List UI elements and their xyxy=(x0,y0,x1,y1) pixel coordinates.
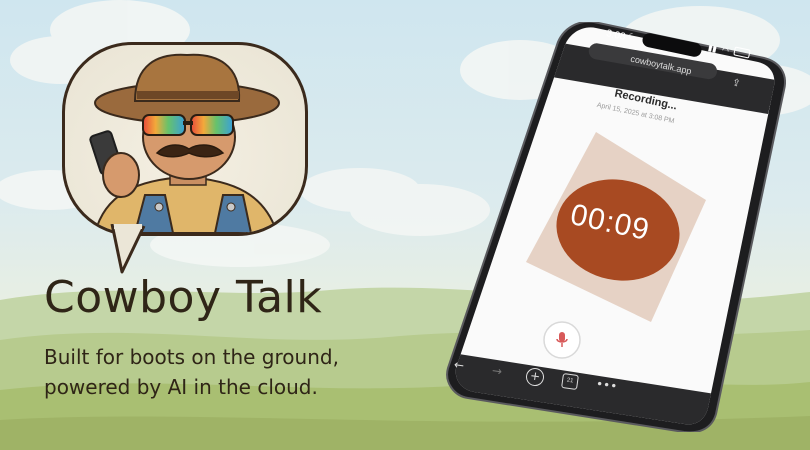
tabs-icon[interactable]: 21 xyxy=(561,372,579,391)
phone-mockup: 3:08 ☾ ▮▮ ◠ cowboytalk.app ⇪ Recording..… xyxy=(446,20,786,434)
cowboy-avatar xyxy=(89,53,280,233)
tagline-line-1: Built for boots on the ground, xyxy=(44,345,339,369)
mic-icon xyxy=(556,332,568,347)
back-icon[interactable]: ← xyxy=(453,357,465,372)
avatar-bubble xyxy=(62,42,308,236)
tagline-line-2: powered by AI in the cloud. xyxy=(44,375,318,399)
forward-icon[interactable]: → xyxy=(491,363,503,378)
more-icon[interactable]: ••• xyxy=(595,377,618,394)
page-title: Cowboy Talk xyxy=(44,272,323,323)
mic-button[interactable] xyxy=(548,326,576,354)
bubble-tail xyxy=(110,224,146,274)
tagline: Built for boots on the ground, powered b… xyxy=(44,342,444,402)
signal-icon: ▮▮ xyxy=(707,43,718,54)
